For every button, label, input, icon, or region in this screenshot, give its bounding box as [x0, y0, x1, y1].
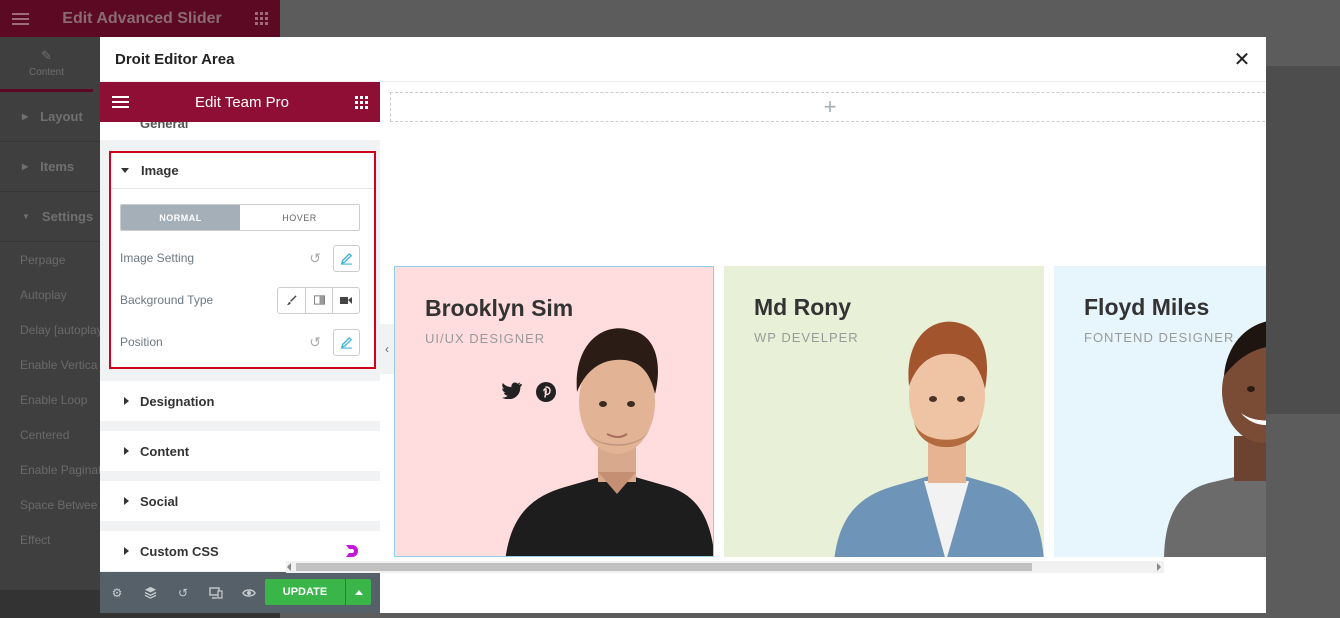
update-options-button[interactable] [346, 579, 371, 605]
widgets-grid-icon[interactable] [355, 95, 368, 109]
section-general-label: General [140, 122, 189, 131]
section-image-label: Image [141, 163, 179, 178]
control-label: Position [120, 335, 163, 349]
responsive-mode-icon[interactable] [209, 586, 223, 600]
control-position: Position ↺ [111, 321, 374, 363]
background-editor-title: Edit Advanced Slider [62, 9, 222, 27]
background-section-label: Layout [40, 109, 83, 124]
panel-title: Edit Team Pro [195, 93, 289, 111]
settings-gear-icon[interactable]: ⚙ [110, 586, 124, 600]
caret-right-icon [124, 547, 129, 555]
team-member-photo [834, 321, 1044, 557]
section-image[interactable]: Image [111, 153, 374, 189]
background-tab-content: ✎ Content [0, 37, 93, 92]
team-member-photo [1164, 321, 1266, 557]
section-label: Custom CSS [140, 543, 219, 559]
droit-logo-icon [346, 545, 358, 557]
background-type-choices [277, 286, 360, 314]
scrollbar-thumb[interactable] [296, 563, 1032, 571]
control-background-type: Background Type [111, 279, 374, 321]
tab-normal[interactable]: NORMAL [121, 205, 240, 230]
background-preview-widget [1266, 66, 1340, 414]
preview-canvas: + Brooklyn Sim UI/UX DESIGNER Md Rony WP… [380, 82, 1266, 613]
scroll-left-icon[interactable] [287, 563, 291, 571]
section-label: Content [140, 443, 190, 459]
menu-icon[interactable] [112, 96, 129, 108]
editor-panel: Edit Team Pro General Image NORMAL HOVER… [100, 82, 380, 613]
section-label: Designation [140, 393, 215, 409]
edit-popover-button[interactable] [333, 244, 360, 272]
background-apps-icon [255, 12, 268, 25]
caret-up-icon [354, 589, 363, 595]
pencil-icon: ✎ [41, 48, 52, 63]
control-label: Image Setting [120, 251, 195, 265]
reset-icon[interactable]: ↺ [309, 334, 321, 351]
video-icon[interactable] [332, 287, 359, 313]
section-content[interactable]: Content [100, 431, 380, 471]
droit-editor-modal: Droit Editor Area ✕ Edit Team Pro Genera… [100, 37, 1266, 613]
gradient-icon[interactable] [305, 287, 332, 313]
panel-header: Edit Team Pro [100, 82, 380, 122]
section-label: Social [140, 493, 179, 509]
control-image-setting: Image Setting ↺ [111, 237, 374, 279]
team-card[interactable]: Brooklyn Sim UI/UX DESIGNER [394, 266, 714, 557]
edit-popover-button[interactable] [333, 328, 360, 356]
preview-eye-icon[interactable] [242, 586, 256, 600]
caret-right-icon [124, 497, 129, 505]
state-tabs: NORMAL HOVER [120, 204, 360, 231]
background-tab-label: Content [28, 67, 65, 78]
collapse-panel-toggle[interactable]: ‹ [380, 324, 394, 374]
history-icon[interactable]: ↺ [176, 586, 190, 600]
navigator-layers-icon[interactable] [143, 586, 157, 600]
caret-right-icon [124, 397, 129, 405]
background-section-label: Settings [41, 209, 94, 224]
image-section-highlight: Image NORMAL HOVER Image Setting ↺ Backg… [109, 151, 376, 369]
tab-hover[interactable]: HOVER [240, 205, 359, 230]
reset-icon[interactable]: ↺ [309, 250, 321, 267]
pencil-icon [340, 336, 353, 349]
add-section-icon: + [823, 94, 837, 119]
background-editor-header: Edit Advanced Slider [0, 0, 280, 37]
caret-right-icon [124, 447, 129, 455]
caret-down-icon [121, 168, 129, 173]
background-menu-icon [12, 12, 29, 25]
section-general[interactable]: General [100, 122, 380, 140]
update-button[interactable]: UPDATE [265, 579, 345, 605]
section-designation[interactable]: Designation [100, 381, 380, 421]
team-member-photo [505, 328, 713, 556]
modal-title: Droit Editor Area [115, 50, 235, 68]
panel-footer: ⚙ ↺ UPDATE [100, 572, 380, 613]
horizontal-scrollbar[interactable] [286, 561, 1164, 573]
team-card[interactable]: Md Rony WP DEVELPER [724, 266, 1044, 557]
modal-header: Droit Editor Area ✕ [100, 37, 1266, 82]
control-label: Background Type [120, 293, 214, 307]
pencil-icon [340, 252, 353, 265]
team-member-name: Brooklyn Sim [425, 295, 574, 321]
section-social[interactable]: Social [100, 481, 380, 521]
close-icon[interactable]: ✕ [1233, 47, 1251, 72]
add-section-zone[interactable]: + [390, 92, 1266, 122]
team-card[interactable]: Floyd Miles FONTEND DESIGNER [1054, 266, 1266, 557]
brush-icon[interactable] [278, 288, 305, 313]
background-section-label: Items [40, 159, 75, 174]
scroll-right-icon[interactable] [1157, 563, 1161, 571]
